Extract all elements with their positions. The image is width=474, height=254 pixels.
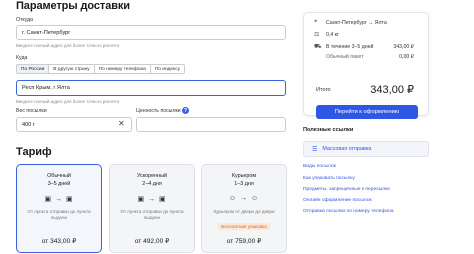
weight-label: Вес посылки — [16, 108, 47, 114]
weight-icon: ⚖ — [314, 32, 320, 38]
from-input[interactable]: г. Санкт-Петербург — [16, 25, 286, 40]
total-value: 343,00 ₽ — [370, 84, 414, 96]
tariff-name: Ускоренный — [136, 173, 167, 179]
link-online-registration[interactable]: Онлайн оформление посылок — [303, 198, 372, 203]
from-label: Откуда — [16, 17, 34, 23]
tariff-days: 3–5 дней — [47, 181, 71, 187]
bulk-send-label: Массовая отправка — [322, 146, 372, 152]
door-to-door-icon: ☺ → ☺ — [228, 195, 260, 202]
total-label: Итого — [316, 87, 331, 93]
from-hint: Введите полный адрес для более точного р… — [16, 43, 120, 48]
to-input[interactable]: Респ Крым, г Ялта — [16, 80, 286, 96]
order-summary-card: ⌖ Санкт-Петербург → Ялта ⚖ 0,4 кг ⛟ В те… — [303, 12, 429, 119]
declared-value-input[interactable] — [136, 117, 286, 132]
link-prohibited-items[interactable]: Предметы, запрещённые к пересылке — [303, 187, 390, 192]
weight-input-value: 400 г — [22, 121, 35, 128]
links-title: Полезные ссылки — [303, 127, 354, 133]
tab-phone[interactable]: По номеру телефона — [93, 64, 151, 74]
mass-send-icon: ☰ — [312, 146, 318, 153]
tariff-description: От пункта отправки до пункта выдачи — [120, 209, 184, 220]
tariff-price: от 343,00 ₽ — [41, 238, 77, 245]
checkout-button[interactable]: Перейти к оформлению — [316, 105, 418, 119]
to-label: Куда — [16, 55, 28, 61]
pickup-to-pickup-icon: ▣ → ▣ — [137, 196, 167, 203]
tariff-description: Курьером от двери до двери — [213, 209, 275, 214]
to-hint: Введите полный адрес для более точного р… — [16, 99, 120, 104]
pickup-to-pickup-icon: ▣ → ▣ — [44, 196, 74, 203]
help-icon[interactable]: ? — [182, 107, 189, 114]
declared-value-label: Ценность посылки — [136, 108, 181, 114]
tariff-card-courier[interactable]: Курьером 1–3 дня ☺ → ☺ Курьером от двери… — [201, 164, 287, 253]
summary-weight: 0,4 кг — [326, 32, 339, 38]
clear-weight-icon[interactable]: ✕ — [118, 120, 125, 128]
tariff-price: от 492,00 ₽ — [134, 238, 170, 245]
pin-icon: ⌖ — [314, 19, 318, 25]
tab-index[interactable]: По индексу — [149, 64, 186, 74]
truck-icon: ⛟ — [314, 44, 322, 50]
tariff-name: Обычный — [47, 173, 71, 179]
tariff-name: Курьером — [231, 173, 257, 179]
summary-package-price: 0,00 ₽ — [399, 54, 414, 60]
tariff-days: 2–4 дня — [142, 181, 162, 187]
tariff-price: от 759,00 ₽ — [226, 238, 262, 245]
bulk-send-button[interactable]: ☰ Массовая отправка — [303, 141, 429, 157]
summary-package: Обычный пакет — [326, 54, 364, 60]
tab-other-country[interactable]: В другую страну — [48, 64, 95, 74]
tab-russia[interactable]: По России — [16, 64, 50, 74]
tariff-card-regular[interactable]: Обычный 3–5 дней ▣ → ▣ От пункта отправк… — [16, 164, 102, 253]
destination-tabs: По России В другую страну По номеру теле… — [16, 64, 186, 74]
page-title: Параметры доставки — [16, 0, 130, 12]
free-packaging-badge: Бесплатная упаковка — [218, 223, 270, 230]
link-send-by-phone[interactable]: Отправка посылки по номеру телефона — [303, 209, 394, 214]
tariff-card-express[interactable]: Ускоренный 2–4 дня ▣ → ▣ От пункта отпра… — [109, 164, 195, 253]
tariff-title: Тариф — [16, 146, 52, 158]
tariff-days: 1–3 дня — [234, 181, 254, 187]
to-input-value: Респ Крым, г Ялта — [22, 85, 70, 91]
tariff-description: От пункта отправки до пункта выдачи — [27, 209, 91, 220]
from-input-value: г. Санкт-Петербург — [22, 29, 71, 36]
summary-term: В течение 3–5 дней — [326, 44, 374, 50]
summary-term-price: 343,00 ₽ — [393, 44, 414, 50]
summary-route: Санкт-Петербург → Ялта — [326, 20, 387, 26]
link-parcel-types[interactable]: Виды посылок — [303, 164, 336, 169]
link-how-to-pack[interactable]: Как упаковать посылку — [303, 176, 355, 181]
weight-input[interactable]: 400 г — [16, 117, 132, 132]
